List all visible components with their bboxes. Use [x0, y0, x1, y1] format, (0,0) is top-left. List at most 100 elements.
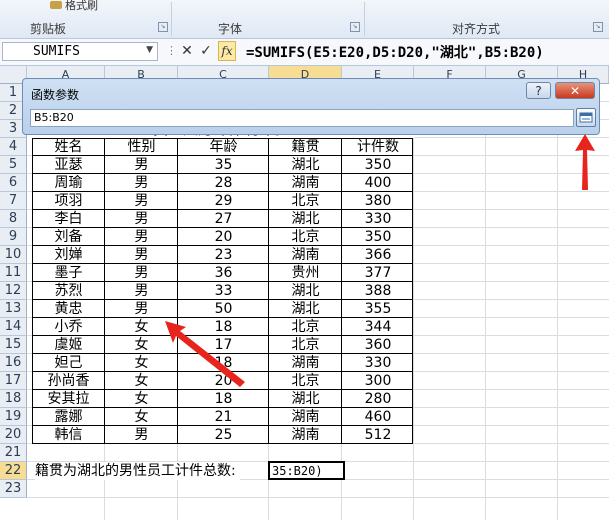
alignment-launcher-icon[interactable]: ↘: [593, 22, 603, 32]
row-header-19[interactable]: 19: [0, 408, 27, 426]
table-cell[interactable]: 周瑜: [32, 174, 105, 192]
table-cell[interactable]: 21: [178, 408, 269, 426]
table-cell[interactable]: 湖南: [269, 246, 342, 264]
table-cell[interactable]: 小乔: [32, 318, 105, 336]
clipboard-launcher-icon[interactable]: ↘: [158, 22, 168, 32]
table-cell[interactable]: 512: [342, 426, 414, 444]
row-header-15[interactable]: 15: [0, 336, 27, 354]
row-header-8[interactable]: 8: [0, 210, 27, 228]
table-cell[interactable]: 男: [105, 192, 178, 210]
reference-field[interactable]: B5:B20: [30, 109, 574, 127]
table-cell[interactable]: 460: [342, 408, 414, 426]
table-cell[interactable]: 27: [178, 210, 269, 228]
table-cell[interactable]: 李白: [32, 210, 105, 228]
table-header-cell[interactable]: 姓名: [32, 138, 105, 156]
table-cell[interactable]: 安其拉: [32, 390, 105, 408]
table-cell[interactable]: 男: [105, 156, 178, 174]
row-header-18[interactable]: 18: [0, 390, 27, 408]
table-cell[interactable]: 男: [105, 282, 178, 300]
table-cell[interactable]: 男: [105, 246, 178, 264]
summary-formula-cell[interactable]: 35:B20): [268, 461, 345, 480]
row-header-4[interactable]: 4: [0, 138, 27, 156]
table-cell[interactable]: 29: [178, 192, 269, 210]
table-header-cell[interactable]: 性别: [105, 138, 178, 156]
row-header-13[interactable]: 13: [0, 300, 27, 318]
table-cell[interactable]: 344: [342, 318, 414, 336]
enter-icon[interactable]: ✓: [197, 42, 215, 61]
chevron-down-icon[interactable]: ▼: [146, 45, 153, 55]
table-cell[interactable]: 20: [178, 228, 269, 246]
table-cell[interactable]: 刘备: [32, 228, 105, 246]
table-cell[interactable]: 北京: [269, 336, 342, 354]
table-cell[interactable]: 366: [342, 246, 414, 264]
table-cell[interactable]: 350: [342, 228, 414, 246]
help-button[interactable]: ?: [526, 82, 551, 99]
table-cell[interactable]: 330: [342, 354, 414, 372]
table-cell[interactable]: 23: [178, 246, 269, 264]
table-cell[interactable]: 孙尚香: [32, 372, 105, 390]
row-header-20[interactable]: 20: [0, 426, 27, 444]
table-cell[interactable]: 湖北: [269, 282, 342, 300]
table-cell[interactable]: 虞姬: [32, 336, 105, 354]
table-cell[interactable]: 男: [105, 426, 178, 444]
row-header-12[interactable]: 12: [0, 282, 27, 300]
row-header-7[interactable]: 7: [0, 192, 27, 210]
table-cell[interactable]: 388: [342, 282, 414, 300]
row-header-17[interactable]: 17: [0, 372, 27, 390]
table-header-cell[interactable]: 年龄: [178, 138, 269, 156]
table-cell[interactable]: 男: [105, 228, 178, 246]
table-cell[interactable]: 北京: [269, 228, 342, 246]
table-cell[interactable]: 380: [342, 192, 414, 210]
format-painter-button[interactable]: 格式刷: [50, 0, 98, 13]
table-cell[interactable]: 湖北: [269, 390, 342, 408]
table-cell[interactable]: 36: [178, 264, 269, 282]
table-cell[interactable]: 湖南: [269, 426, 342, 444]
expand-dialog-button[interactable]: [576, 108, 596, 127]
table-cell[interactable]: 苏烈: [32, 282, 105, 300]
table-cell[interactable]: 355: [342, 300, 414, 318]
row-header-11[interactable]: 11: [0, 264, 27, 282]
cancel-icon[interactable]: ✕: [178, 42, 196, 61]
table-cell[interactable]: 男: [105, 174, 178, 192]
table-cell[interactable]: 贵州: [269, 264, 342, 282]
table-header-cell[interactable]: 籍贯: [269, 138, 342, 156]
row-header-5[interactable]: 5: [0, 156, 27, 174]
table-cell[interactable]: 男: [105, 264, 178, 282]
name-box[interactable]: SUMIFS ▼: [2, 42, 158, 61]
row-header-21[interactable]: 21: [0, 444, 27, 462]
table-cell[interactable]: 黄忠: [32, 300, 105, 318]
table-cell[interactable]: 377: [342, 264, 414, 282]
table-cell[interactable]: 湖南: [269, 354, 342, 372]
table-cell[interactable]: 35: [178, 156, 269, 174]
row-header-6[interactable]: 6: [0, 174, 27, 192]
table-cell[interactable]: 女: [105, 408, 178, 426]
row-header-22[interactable]: 22: [0, 462, 27, 480]
table-cell[interactable]: 项羽: [32, 192, 105, 210]
table-cell[interactable]: 妲己: [32, 354, 105, 372]
table-header-cell[interactable]: 计件数: [342, 138, 414, 156]
table-cell[interactable]: 300: [342, 372, 414, 390]
table-cell[interactable]: 280: [342, 390, 414, 408]
table-cell[interactable]: 湖南: [269, 174, 342, 192]
table-cell[interactable]: 湖北: [269, 300, 342, 318]
table-cell[interactable]: 北京: [269, 192, 342, 210]
table-cell[interactable]: 33: [178, 282, 269, 300]
table-cell[interactable]: 湖南: [269, 408, 342, 426]
table-cell[interactable]: 湖北: [269, 210, 342, 228]
row-header-16[interactable]: 16: [0, 354, 27, 372]
close-button[interactable]: ✕: [555, 82, 595, 99]
table-cell[interactable]: 湖北: [269, 156, 342, 174]
table-cell[interactable]: 墨子: [32, 264, 105, 282]
table-cell[interactable]: 北京: [269, 318, 342, 336]
row-header-10[interactable]: 10: [0, 246, 27, 264]
formula-input[interactable]: =SUMIFS(E5:E20,D5:D20,"湖北",B5:B20): [246, 42, 544, 62]
table-cell[interactable]: 刘婵: [32, 246, 105, 264]
table-cell[interactable]: 350: [342, 156, 414, 174]
row-header-9[interactable]: 9: [0, 228, 27, 246]
table-cell[interactable]: 女: [105, 390, 178, 408]
table-cell[interactable]: 北京: [269, 372, 342, 390]
table-cell[interactable]: 露娜: [32, 408, 105, 426]
table-cell[interactable]: 18: [178, 390, 269, 408]
table-cell[interactable]: 400: [342, 174, 414, 192]
table-cell[interactable]: 男: [105, 210, 178, 228]
